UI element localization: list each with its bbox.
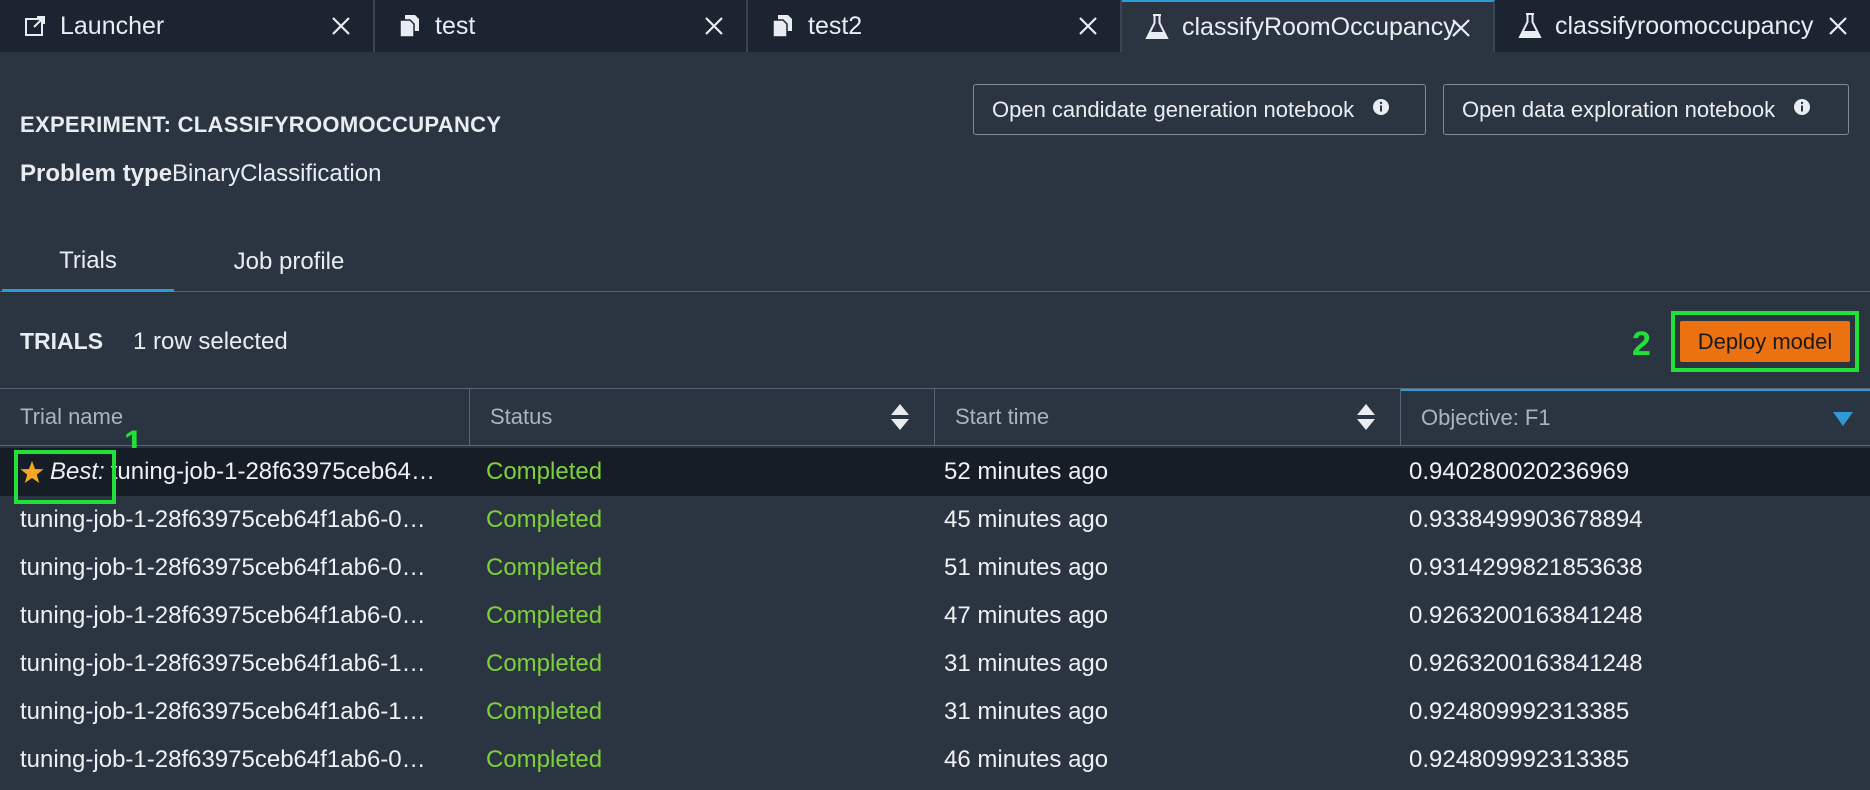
- objective-cell: 0.9263200163841248: [1409, 650, 1643, 677]
- tab-label: classifyRoomOccupancy: [1182, 12, 1456, 41]
- launcher-icon: [20, 11, 50, 41]
- tab-trials[interactable]: Trials: [2, 232, 174, 292]
- column-label: Trial name: [20, 404, 124, 429]
- open-candidate-notebook-button[interactable]: Open candidate generation notebook: [973, 84, 1426, 135]
- problem-type-label: Problem type: [20, 160, 173, 187]
- trial-name: tuning-job-1-28f63975ceb64f1ab6-0…: [20, 506, 426, 533]
- start-time-cell: 47 minutes ago: [944, 602, 1109, 629]
- status-cell: Completed: [486, 506, 603, 533]
- column-trial-name[interactable]: Trial name: [0, 389, 470, 445]
- tab-bar: Launcher test test2 classifyRoomOccupanc…: [0, 0, 1870, 52]
- start-time-cell: 51 minutes ago: [944, 554, 1109, 581]
- status-cell: Completed: [486, 458, 603, 485]
- objective-cell: 0.9314299821853638: [1409, 554, 1643, 581]
- tab-label: classifyroomoccupancy: [1555, 11, 1814, 40]
- objective-cell: 0.940280020236969: [1409, 458, 1630, 485]
- status-cell: Completed: [486, 746, 603, 773]
- start-time-cell: 52 minutes ago: [944, 458, 1109, 485]
- problem-type: Problem typeBinaryClassification: [20, 160, 381, 188]
- status-cell: Completed: [486, 602, 603, 629]
- objective-cell: 0.924809992313385: [1409, 746, 1630, 773]
- trials-heading: TRIALS: [20, 328, 104, 354]
- table-row[interactable]: tuning-job-1-28f63975ceb64f1ab6-1… Compl…: [0, 640, 1870, 688]
- experiment-title: EXPERIMENT: CLASSIFYROOMOCCUPANCY: [20, 112, 502, 137]
- status-cell: Completed: [486, 650, 603, 677]
- start-time-cell: 45 minutes ago: [944, 506, 1109, 533]
- status-cell: Completed: [486, 698, 603, 725]
- tab-classifyroomoccupancy-active[interactable]: classifyRoomOccupancy: [1122, 0, 1495, 52]
- problem-type-value: BinaryClassification: [172, 160, 382, 187]
- tab-label: Launcher: [60, 11, 165, 40]
- objective-cell: 0.924809992313385: [1409, 698, 1630, 725]
- objective-cell: 0.9263200163841248: [1409, 602, 1643, 629]
- trial-name: tuning-job-1-28f63975ceb64f1ab6-0…: [20, 746, 426, 773]
- close-icon[interactable]: [1824, 12, 1852, 40]
- tab-launcher[interactable]: Launcher: [0, 0, 375, 52]
- tab-label: test: [435, 11, 476, 40]
- tab-test[interactable]: test: [375, 0, 748, 52]
- sort-icon[interactable]: [1356, 403, 1376, 431]
- trial-name: tuning-job-1-28f63975ceb64…: [110, 458, 435, 485]
- table-header: Trial name Status Start time Objective: …: [0, 388, 1870, 446]
- close-icon[interactable]: [327, 12, 355, 40]
- trial-name: tuning-job-1-28f63975ceb64f1ab6-0…: [20, 554, 426, 581]
- close-icon[interactable]: [1447, 14, 1475, 42]
- status-cell: Completed: [486, 554, 603, 581]
- start-time-cell: 46 minutes ago: [944, 746, 1109, 773]
- flask-icon: [1142, 12, 1172, 42]
- deploy-model-button[interactable]: Deploy model: [1680, 321, 1850, 362]
- info-icon: [1794, 98, 1811, 115]
- view-tabs: Trials Job profile: [0, 232, 1870, 292]
- column-label: Start time: [955, 404, 1050, 429]
- sort-descending-icon[interactable]: [1832, 411, 1854, 427]
- open-data-exploration-notebook-button[interactable]: Open data exploration notebook: [1443, 84, 1849, 135]
- column-label: Status: [490, 404, 553, 429]
- table-row[interactable]: tuning-job-1-28f63975ceb64f1ab6-0… Compl…: [0, 496, 1870, 544]
- tab-test2[interactable]: test2: [748, 0, 1122, 52]
- tab-label: test2: [808, 11, 863, 40]
- column-start-time[interactable]: Start time: [935, 389, 1401, 445]
- close-icon[interactable]: [1074, 12, 1102, 40]
- button-label: Open data exploration notebook: [1462, 96, 1776, 122]
- start-time-cell: 31 minutes ago: [944, 650, 1109, 677]
- annotation-marker-2: 2: [1632, 325, 1651, 363]
- table-row[interactable]: tuning-job-1-28f63975ceb64f1ab6-0… Compl…: [0, 592, 1870, 640]
- selection-count: 1 row selected: [133, 328, 288, 355]
- start-time-cell: 31 minutes ago: [944, 698, 1109, 725]
- tab-classifyroomoccupancy[interactable]: classifyroomoccupancy: [1495, 0, 1870, 52]
- objective-cell: 0.9338499903678894: [1409, 506, 1643, 533]
- column-status[interactable]: Status: [470, 389, 935, 445]
- trial-name: tuning-job-1-28f63975ceb64f1ab6-1…: [20, 698, 426, 725]
- column-label: Objective: F1: [1421, 405, 1551, 430]
- table-row[interactable]: Best: tuning-job-1-28f63975ceb64… Comple…: [0, 448, 1870, 504]
- trial-name: tuning-job-1-28f63975ceb64f1ab6-0…: [20, 602, 426, 629]
- notebook-icon: [768, 11, 798, 41]
- table-row[interactable]: tuning-job-1-28f63975ceb64f1ab6-1… Compl…: [0, 688, 1870, 736]
- close-icon[interactable]: [700, 12, 728, 40]
- deploy-highlight: Deploy model: [1671, 311, 1859, 372]
- button-label: Open candidate generation notebook: [992, 96, 1355, 122]
- column-objective-f1[interactable]: Objective: F1: [1401, 389, 1870, 445]
- info-icon: [1373, 98, 1390, 115]
- trial-name: tuning-job-1-28f63975ceb64f1ab6-1…: [20, 650, 426, 677]
- sort-icon[interactable]: [890, 403, 910, 431]
- table-row[interactable]: tuning-job-1-28f63975ceb64f1ab6-0… Compl…: [0, 736, 1870, 784]
- flask-icon: [1515, 11, 1545, 41]
- tab-job-profile[interactable]: Job profile: [205, 232, 373, 292]
- table-row[interactable]: tuning-job-1-28f63975ceb64f1ab6-0… Compl…: [0, 544, 1870, 592]
- notebook-icon: [395, 11, 425, 41]
